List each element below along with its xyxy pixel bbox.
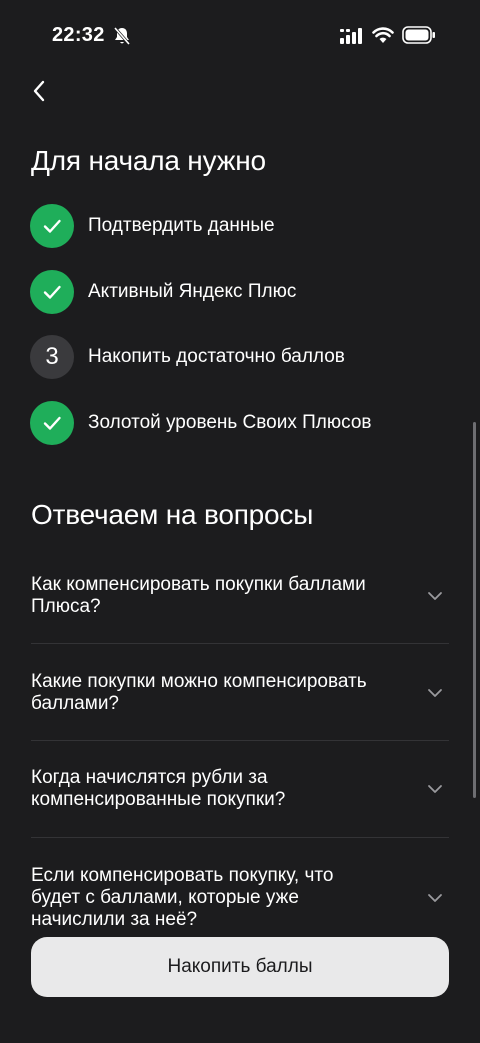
- chevron-down-icon: [423, 777, 447, 801]
- bell-slash-icon: [113, 26, 131, 51]
- requirement-label: Активный Яндекс Плюс: [88, 281, 297, 302]
- faq-title: Отвечаем на вопросы: [31, 499, 314, 530]
- accumulate-points-button[interactable]: Накопить баллы: [31, 937, 449, 997]
- check-icon: [30, 270, 74, 314]
- requirement-label: Золотой уровень Своих Плюсов: [88, 412, 372, 433]
- requirement-item: Золотой уровень Своих Плюсов: [30, 401, 450, 445]
- step-number: 3: [45, 343, 59, 370]
- wifi-icon: [372, 26, 394, 49]
- divider: [31, 837, 449, 838]
- requirement-item: Активный Яндекс Плюс: [30, 270, 450, 314]
- faq-item[interactable]: Если компенсировать покупку, что будет с…: [31, 863, 449, 933]
- signal-icon: [340, 28, 362, 49]
- requirement-item: 3 Накопить достаточно баллов: [30, 335, 450, 379]
- chevron-down-icon: [423, 584, 447, 608]
- status-bar: 22:32: [0, 0, 480, 70]
- faq-question: Если компенсировать покупку, что будет с…: [31, 865, 334, 930]
- requirements-title: Для начала нужно: [31, 145, 266, 176]
- faq-question: Как компенсировать покупки баллами Плюса…: [31, 574, 366, 617]
- requirement-label: Накопить достаточно баллов: [88, 346, 345, 367]
- divider: [31, 643, 449, 644]
- chevron-down-icon: [423, 886, 447, 910]
- status-time: 22:32: [52, 24, 105, 46]
- faq-question: Когда начислятся рубли за компенсированн…: [31, 767, 286, 810]
- divider: [31, 740, 449, 741]
- requirement-item: Подтвердить данные: [30, 204, 450, 248]
- check-icon: [30, 401, 74, 445]
- faq-question: Какие покупки можно компенсировать балла…: [31, 671, 367, 714]
- step-number-badge: 3: [30, 335, 74, 379]
- requirement-label: Подтвердить данные: [88, 215, 275, 236]
- faq-item[interactable]: Как компенсировать покупки баллами Плюса…: [31, 571, 449, 621]
- faq-item[interactable]: Какие покупки можно компенсировать балла…: [31, 668, 449, 718]
- battery-icon: [402, 26, 436, 49]
- back-button[interactable]: [24, 78, 54, 108]
- faq-item[interactable]: Когда начислятся рубли за компенсированн…: [31, 764, 449, 814]
- scrollbar[interactable]: [473, 422, 476, 798]
- chevron-left-icon: [32, 80, 46, 107]
- check-icon: [30, 204, 74, 248]
- chevron-down-icon: [423, 681, 447, 705]
